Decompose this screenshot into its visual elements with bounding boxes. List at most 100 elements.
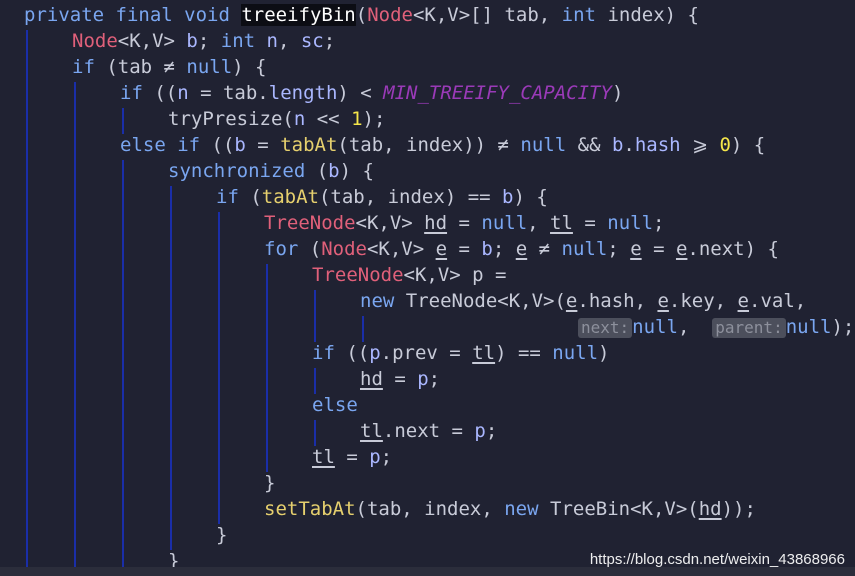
code-token: null — [520, 134, 567, 156]
code-token: tryPresize( — [168, 108, 294, 130]
code-token: length — [268, 82, 338, 104]
code-token: ; — [485, 420, 498, 442]
code-line-3[interactable]: if (tab ≠ null) { — [72, 54, 267, 80]
code-token: = tab. — [188, 82, 269, 104]
watermark: https://blog.csdn.net/weixin_43868966 — [589, 551, 845, 568]
code-token: } — [264, 472, 276, 494]
code-token: ); — [362, 108, 386, 130]
code-token: e — [657, 290, 669, 312]
code-token: null — [552, 342, 599, 364]
code-line-5[interactable]: tryPresize(n << 1); — [168, 106, 385, 132]
code-token: else — [312, 394, 358, 416]
parameter-hint: next: — [578, 318, 633, 338]
code-line-19[interactable]: } — [264, 470, 275, 496]
code-line-1[interactable]: private final void treeifyBin(Node<K,V>[… — [24, 2, 699, 28]
code-token: e — [565, 290, 578, 312]
code-token: tabAt — [280, 134, 338, 156]
code-token: ; — [607, 238, 631, 260]
code-line-18[interactable]: tl = p; — [312, 444, 392, 470]
code-token: e — [630, 238, 642, 260]
code-token: null — [481, 212, 528, 234]
indent-guide — [122, 108, 124, 134]
code-token: tl — [312, 446, 335, 468]
code-line-4[interactable]: if ((n = tab.length) < MIN_TREEIFY_CAPAC… — [120, 80, 623, 106]
code-editor[interactable]: private final void treeifyBin(Node<K,V>[… — [0, 0, 855, 576]
code-token: n — [293, 108, 306, 130]
code-token: hash — [634, 134, 681, 156]
code-token: ( — [316, 160, 329, 182]
code-token: if — [72, 56, 107, 78]
code-line-15[interactable]: hd = p; — [360, 366, 440, 392]
code-token: (( — [154, 82, 178, 104]
indent-guide — [26, 30, 28, 570]
code-line-16[interactable]: else — [312, 392, 358, 418]
code-token: 1 — [351, 108, 363, 130]
code-token: ⩾ — [680, 134, 720, 156]
code-token: if — [312, 342, 347, 364]
code-token: e — [515, 238, 528, 260]
code-line-11[interactable]: TreeNode<K,V> p = — [312, 262, 506, 288]
parameter-hint: parent: — [712, 318, 786, 338]
code-line-14[interactable]: if ((p.prev = tl) == null) — [312, 340, 610, 366]
code-token: = — [641, 238, 676, 260]
code-token: ; — [492, 238, 516, 260]
code-token: int — [220, 30, 267, 52]
code-token: (tab, index)) ≠ — [337, 134, 521, 156]
code-token: ≠ — [527, 238, 562, 260]
code-token: b — [502, 186, 514, 208]
code-token: <K,V> p = — [403, 264, 507, 286]
code-token: = — [447, 238, 482, 260]
code-token: MIN_TREEIFY_CAPACITY — [383, 82, 612, 104]
code-token: p — [369, 446, 381, 468]
code-token: TreeBin<K,V>( — [550, 498, 699, 520]
code-token: <K,V>[] tab, — [412, 4, 562, 26]
code-token: TreeNode<K,V>( — [405, 290, 566, 312]
code-token: if — [120, 82, 155, 104]
code-token: = — [572, 212, 608, 234]
code-line-20[interactable]: setTabAt(tab, index, new TreeBin<K,V>(hd… — [264, 496, 756, 522]
code-token: .next = — [382, 420, 475, 442]
code-line-13[interactable]: next: null, parent: null); — [578, 314, 854, 340]
code-line-12[interactable]: new TreeNode<K,V>(e.hash, e.key, e.val, — [360, 288, 806, 314]
code-token: ) { — [513, 186, 548, 208]
code-token: TreeNode — [312, 264, 404, 286]
code-token: n — [177, 82, 189, 104]
code-token: for — [264, 238, 310, 260]
code-line-17[interactable]: tl.next = p; — [360, 418, 497, 444]
code-token: b — [611, 134, 624, 156]
code-line-9[interactable]: TreeNode<K,V> hd = null, tl = null; — [264, 210, 664, 236]
code-line-8[interactable]: if (tabAt(tab, index) == b) { — [216, 184, 548, 210]
code-line-6[interactable]: else if ((b = tabAt(tab, index)) ≠ null … — [120, 132, 765, 158]
indent-guide — [314, 290, 316, 342]
code-token: .hash, — [577, 290, 658, 312]
code-token: hd — [698, 498, 722, 520]
code-line-10[interactable]: for (Node<K,V> e = b; e ≠ null; e = e.ne… — [264, 236, 779, 262]
code-token: tl — [550, 212, 573, 234]
code-token: ( — [309, 238, 322, 260]
code-token: p — [474, 420, 486, 442]
indent-guide — [74, 82, 76, 570]
indent-guide — [266, 264, 268, 472]
code-token: e — [737, 290, 749, 312]
code-token: index) { — [607, 4, 699, 26]
code-token: tl — [360, 420, 383, 442]
code-token: = — [382, 368, 418, 390]
code-token: ) { — [339, 160, 374, 182]
code-line-21[interactable]: } — [216, 522, 227, 548]
code-line-2[interactable]: Node<K,V> b; int n, sc; — [72, 28, 335, 54]
code-token: e — [675, 238, 688, 260]
code-token: e — [435, 238, 448, 260]
indent-guide — [218, 212, 220, 524]
code-token: <K,V> — [366, 238, 436, 260]
code-token: .val, — [749, 290, 807, 312]
horizontal-scrollbar[interactable] — [0, 567, 855, 576]
indent-guide — [122, 160, 124, 570]
indent-guide — [170, 186, 172, 550]
code-line-7[interactable]: synchronized (b) { — [168, 158, 374, 184]
code-token: tabAt — [261, 186, 319, 208]
code-token: .next) { — [687, 238, 779, 260]
code-token: b — [328, 160, 340, 182]
code-token: b — [186, 30, 198, 52]
indent-guide — [314, 368, 316, 394]
code-token: .key, — [668, 290, 738, 312]
